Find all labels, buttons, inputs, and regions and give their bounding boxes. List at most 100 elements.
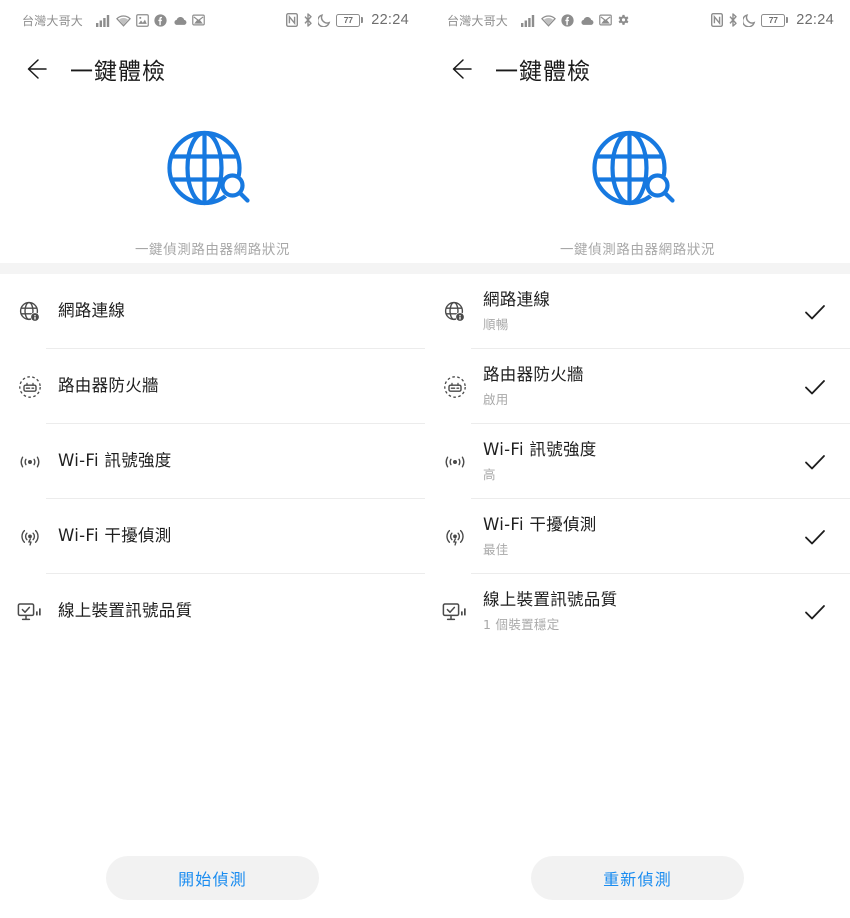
list-item-title: 網路連線 bbox=[483, 290, 551, 310]
status-bar-right-group: 77 22:24 bbox=[711, 12, 834, 28]
battery-level-label: 77 bbox=[343, 15, 353, 25]
list-item[interactable]: 線上裝置訊號品質 bbox=[0, 574, 425, 649]
wifi-signal-icon bbox=[439, 446, 471, 478]
flex-spacer-left bbox=[0, 649, 425, 856]
gmail-icon bbox=[599, 14, 612, 26]
globe-info-icon bbox=[439, 296, 471, 328]
facebook-icon bbox=[561, 13, 574, 27]
battery-icon: 77 bbox=[761, 13, 789, 27]
list-item-body: 網路連線 bbox=[58, 301, 367, 322]
hero-section-left: 一鍵偵測路由器網路狀況 bbox=[0, 98, 425, 263]
list-item-status: 最佳 bbox=[483, 541, 509, 557]
carrier-label: 台灣大哥大 bbox=[22, 13, 84, 28]
list-item-title: Wi-Fi 干擾偵測 bbox=[483, 515, 597, 535]
do-not-disturb-moon-icon bbox=[318, 13, 331, 27]
check-icon bbox=[805, 454, 825, 469]
wifi-icon bbox=[116, 14, 131, 27]
status-bar-left-group: 台灣大哥大 bbox=[447, 12, 630, 29]
status-bar-left-group: 台灣大哥大 bbox=[22, 12, 205, 29]
nfc-icon bbox=[286, 13, 299, 27]
back-button[interactable] bbox=[447, 56, 473, 82]
wifi-interference-icon bbox=[14, 521, 46, 553]
list-item[interactable]: 線上裝置訊號品質 1 個裝置穩定 bbox=[425, 574, 850, 649]
list-item[interactable]: 網路連線 順暢 bbox=[425, 274, 850, 349]
list-item-title: 路由器防火牆 bbox=[58, 376, 159, 396]
list-item-body: Wi-Fi 干擾偵測 最佳 bbox=[483, 515, 792, 558]
wifi-icon bbox=[541, 14, 556, 27]
battery-icon: 77 bbox=[336, 13, 364, 27]
list-item-status: 啟用 bbox=[483, 391, 509, 407]
flex-spacer-right bbox=[425, 649, 850, 856]
list-item-status: 順暢 bbox=[483, 316, 509, 332]
list-item-title: 路由器防火牆 bbox=[483, 365, 584, 385]
image-icon bbox=[136, 13, 149, 27]
check-icon bbox=[805, 529, 825, 544]
rescan-button[interactable]: 重新偵測 bbox=[531, 856, 744, 900]
screen-before-scan: 台灣大哥大 77 22:24 一鍵體檢 一鍵偵測路由器網路狀況 網路連線 路由器… bbox=[0, 0, 425, 918]
cloud-icon bbox=[579, 15, 594, 26]
signal-bars-icon bbox=[521, 14, 536, 27]
list-item[interactable]: Wi-Fi 干擾偵測 bbox=[0, 499, 425, 574]
list-item-body: Wi-Fi 訊號強度 高 bbox=[483, 440, 792, 483]
globe-search-icon bbox=[166, 130, 250, 206]
list-item[interactable]: Wi-Fi 訊號強度 bbox=[0, 424, 425, 499]
monitor-check-icon bbox=[439, 596, 471, 628]
list-item-body: 路由器防火牆 bbox=[58, 376, 367, 397]
battery-level-label: 77 bbox=[768, 15, 778, 25]
dual-screenshot-container: 台灣大哥大 77 22:24 一鍵體檢 一鍵偵測路由器網路狀況 網路連線 路由器… bbox=[0, 0, 850, 918]
check-list-right: 網路連線 順暢 路由器防火牆 啟用 Wi-Fi 訊號強度 高 Wi-Fi 干擾偵… bbox=[425, 274, 850, 649]
check-icon bbox=[805, 304, 825, 319]
list-item[interactable]: 網路連線 bbox=[0, 274, 425, 349]
list-item-title: 線上裝置訊號品質 bbox=[58, 601, 193, 621]
list-item-title: Wi-Fi 干擾偵測 bbox=[58, 526, 172, 546]
hero-section-right: 一鍵偵測路由器網路狀況 bbox=[425, 98, 850, 263]
list-item[interactable]: 路由器防火牆 啟用 bbox=[425, 349, 850, 424]
wifi-interference-icon bbox=[439, 521, 471, 553]
bluetooth-icon bbox=[303, 13, 313, 27]
list-item[interactable]: 路由器防火牆 bbox=[0, 349, 425, 424]
section-band-left bbox=[0, 263, 425, 274]
check-list-left: 網路連線 路由器防火牆 Wi-Fi 訊號強度 Wi-Fi 干擾偵測 線上裝置訊號… bbox=[0, 274, 425, 649]
status-bar-left: 台灣大哥大 77 22:24 bbox=[0, 0, 425, 40]
cloud-icon bbox=[172, 15, 187, 26]
list-item-status: 1 個裝置穩定 bbox=[483, 616, 560, 632]
globe-search-icon bbox=[591, 130, 675, 206]
screen-after-scan: 台灣大哥大 77 22:24 一鍵體檢 一鍵偵測路由器網路狀況 網路連線 順暢 … bbox=[425, 0, 850, 918]
arrow-left-icon bbox=[27, 59, 47, 79]
arrow-left-icon bbox=[452, 59, 472, 79]
list-item-body: Wi-Fi 干擾偵測 bbox=[58, 526, 367, 547]
gmail-icon bbox=[192, 14, 205, 26]
list-item-title: Wi-Fi 訊號強度 bbox=[58, 451, 172, 471]
signal-bars-icon bbox=[96, 14, 111, 27]
status-notification-icons bbox=[521, 13, 630, 27]
action-bar-right: 重新偵測 bbox=[425, 856, 850, 918]
gear-icon bbox=[617, 14, 630, 27]
do-not-disturb-moon-icon bbox=[743, 13, 756, 27]
list-item[interactable]: Wi-Fi 訊號強度 高 bbox=[425, 424, 850, 499]
list-item[interactable]: Wi-Fi 干擾偵測 最佳 bbox=[425, 499, 850, 574]
bluetooth-icon bbox=[728, 13, 738, 27]
hero-subtitle: 一鍵偵測路由器網路狀況 bbox=[559, 242, 716, 257]
list-item-body: Wi-Fi 訊號強度 bbox=[58, 451, 367, 472]
section-band-right bbox=[425, 263, 850, 274]
status-notification-icons bbox=[96, 13, 205, 27]
facebook-icon bbox=[154, 13, 167, 27]
check-icon bbox=[805, 604, 825, 619]
back-button[interactable] bbox=[22, 56, 48, 82]
monitor-check-icon bbox=[14, 596, 46, 628]
status-bar-right: 台灣大哥大 77 22:24 bbox=[425, 0, 850, 40]
page-title: 一鍵體檢 bbox=[70, 59, 166, 85]
check-icon bbox=[805, 379, 825, 394]
status-bar-right-group: 77 22:24 bbox=[286, 12, 409, 28]
list-item-body: 網路連線 順暢 bbox=[483, 290, 792, 333]
list-item-body: 路由器防火牆 啟用 bbox=[483, 365, 792, 408]
list-item-title: 網路連線 bbox=[58, 301, 126, 321]
router-shield-icon bbox=[14, 371, 46, 403]
action-bar-left: 開始偵測 bbox=[0, 856, 425, 918]
carrier-label: 台灣大哥大 bbox=[447, 13, 509, 28]
clock-label: 22:24 bbox=[796, 12, 834, 28]
start-scan-button[interactable]: 開始偵測 bbox=[106, 856, 319, 900]
wifi-signal-icon bbox=[14, 446, 46, 478]
list-item-body: 線上裝置訊號品質 bbox=[58, 601, 367, 622]
globe-info-icon bbox=[14, 296, 46, 328]
